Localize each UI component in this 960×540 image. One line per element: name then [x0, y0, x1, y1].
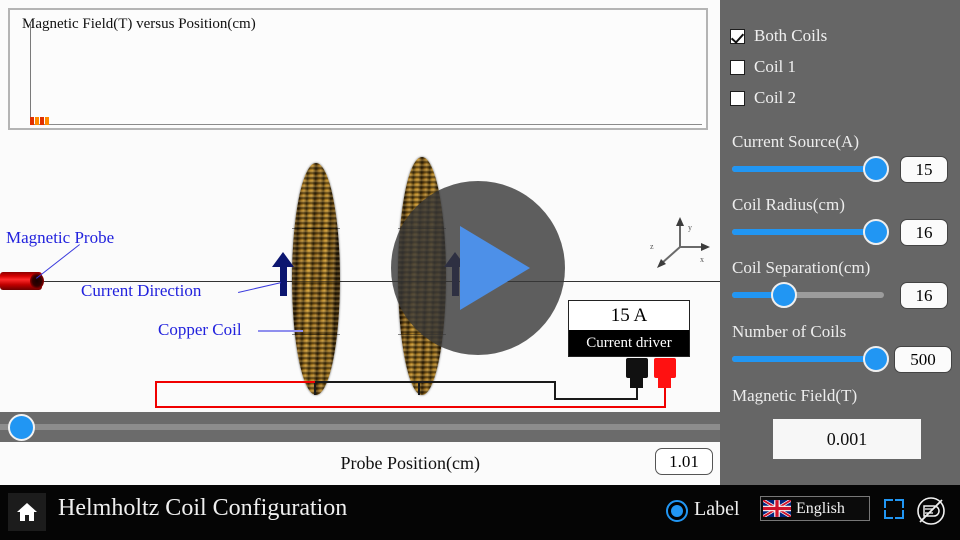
probe-position-value[interactable]: 1.01	[655, 448, 713, 475]
magnetic-probe-leader	[36, 244, 80, 279]
probe-position-slider-track	[0, 424, 720, 430]
current-direction-arrow-1	[272, 252, 294, 296]
home-icon	[17, 503, 37, 521]
axis-gizmo-z-label: z	[650, 242, 654, 251]
control-coil-separation-label: Coil Separation(cm)	[732, 258, 871, 277]
home-button[interactable]	[8, 493, 46, 531]
copper-coil-1[interactable]	[292, 163, 340, 395]
number-of-coils-slider-handle[interactable]	[863, 346, 889, 372]
coil-separation-slider-handle[interactable]	[771, 282, 797, 308]
axis-gizmo: y x z	[650, 215, 712, 277]
probe-position-label: Probe Position(cm)	[340, 453, 481, 473]
simulation-stage: Magnetic Field(T) versus Position(cm) 15…	[0, 0, 720, 485]
number-of-coils-slider-fill	[732, 356, 876, 362]
checkbox-both-coils-label: Both Coils	[754, 26, 828, 45]
wire-red-top	[155, 381, 315, 383]
probe-position-slider-handle[interactable]	[8, 414, 35, 441]
checkbox-both-coils[interactable]: Both Coils	[730, 26, 827, 46]
wire-coil-link	[314, 381, 420, 383]
control-number-of-coils-label: Number of Coils	[732, 322, 847, 341]
current-direction-label: Current Direction	[81, 281, 202, 300]
checkbox-coil-2-label: Coil 2	[754, 88, 797, 107]
checkbox-coil-1-box[interactable]	[730, 59, 745, 75]
checkbox-coil-2[interactable]: Coil 2	[730, 88, 796, 108]
label-toggle-radio-dot	[671, 505, 683, 517]
copper-coil-leader	[258, 330, 303, 332]
coil-1-winding-line	[292, 228, 340, 229]
graph-data-point	[45, 117, 49, 125]
language-selector[interactable]: English	[760, 496, 870, 521]
current-source-value[interactable]: 15	[900, 156, 948, 183]
graph-panel[interactable]: Magnetic Field(T) versus Position(cm)	[8, 8, 708, 130]
wire-to-driver-h2	[554, 398, 638, 400]
coil-radius-slider-fill	[732, 229, 876, 235]
coil-radius-slider-handle[interactable]	[863, 219, 889, 245]
probe-position-row: Probe Position(cm)	[0, 443, 720, 485]
label-toggle-text[interactable]: Label	[694, 498, 740, 521]
checkbox-both-coils-box[interactable]	[730, 28, 745, 44]
current-source-slider-handle[interactable]	[863, 156, 889, 182]
no-screenshot-button[interactable]	[916, 496, 946, 526]
magnetic-probe-label: Magnetic Probe	[6, 228, 115, 247]
current-driver[interactable]: 15 A Current driver	[568, 300, 690, 357]
axis-gizmo-x-label: x	[700, 255, 704, 264]
controls-sidebar: Both Coils Coil 1 Coil 2 Current Source(…	[720, 0, 960, 485]
copper-coil-label: Copper Coil	[158, 320, 242, 339]
current-source-slider-fill	[732, 166, 876, 172]
graph-title: Magnetic Field(T) versus Position(cm)	[22, 16, 256, 32]
wire-red-bottom	[155, 406, 666, 408]
graph-y-axis	[30, 24, 31, 125]
play-icon[interactable]	[460, 226, 530, 310]
graph-data-point	[30, 117, 34, 125]
coil-radius-value[interactable]: 16	[900, 219, 948, 246]
magnetic-field-label: Magnetic Field(T)	[732, 386, 858, 405]
magnetic-field-value: 0.001	[772, 418, 922, 460]
checkbox-coil-2-box[interactable]	[730, 90, 745, 106]
coil-separation-value[interactable]: 16	[900, 282, 948, 309]
fullscreen-icon	[884, 510, 893, 519]
graph-x-axis	[30, 124, 702, 125]
fullscreen-button[interactable]	[884, 499, 904, 519]
checkbox-coil-1-label: Coil 1	[754, 57, 797, 76]
checkbox-coil-1[interactable]: Coil 1	[730, 57, 796, 77]
wire-to-driver-h1	[418, 381, 556, 383]
control-coil-radius-label: Coil Radius(cm)	[732, 195, 845, 214]
current-driver-title: Current driver	[569, 330, 689, 356]
simulation-app: Magnetic Field(T) versus Position(cm) 15…	[0, 0, 960, 540]
control-current-source-label: Current Source(A)	[732, 132, 859, 151]
driver-terminal-negative-neck	[630, 375, 643, 388]
coil-1-winding-line	[292, 281, 340, 282]
probe-position-slider[interactable]	[0, 412, 720, 442]
graph-data-point	[40, 117, 44, 125]
graph-data-point	[35, 117, 39, 125]
fullscreen-icon	[895, 510, 904, 519]
driver-terminal-positive-neck	[658, 375, 671, 388]
wire-red-left-v	[155, 381, 157, 408]
axis-gizmo-y-label: y	[688, 223, 692, 232]
no-screenshot-icon	[917, 497, 945, 525]
fullscreen-icon	[895, 499, 904, 508]
magnetic-probe-tip	[30, 273, 44, 289]
wire-coil2-bottom	[418, 381, 420, 395]
language-label: English	[796, 499, 845, 517]
current-driver-reading: 15 A	[569, 301, 689, 330]
app-title: Helmholtz Coil Configuration	[58, 495, 348, 521]
wire-coil1-bottom	[314, 381, 316, 395]
uk-flag-icon	[763, 500, 791, 517]
fullscreen-icon	[884, 499, 893, 508]
number-of-coils-value[interactable]: 500	[894, 346, 952, 373]
coil-1-winding-line	[292, 334, 340, 335]
